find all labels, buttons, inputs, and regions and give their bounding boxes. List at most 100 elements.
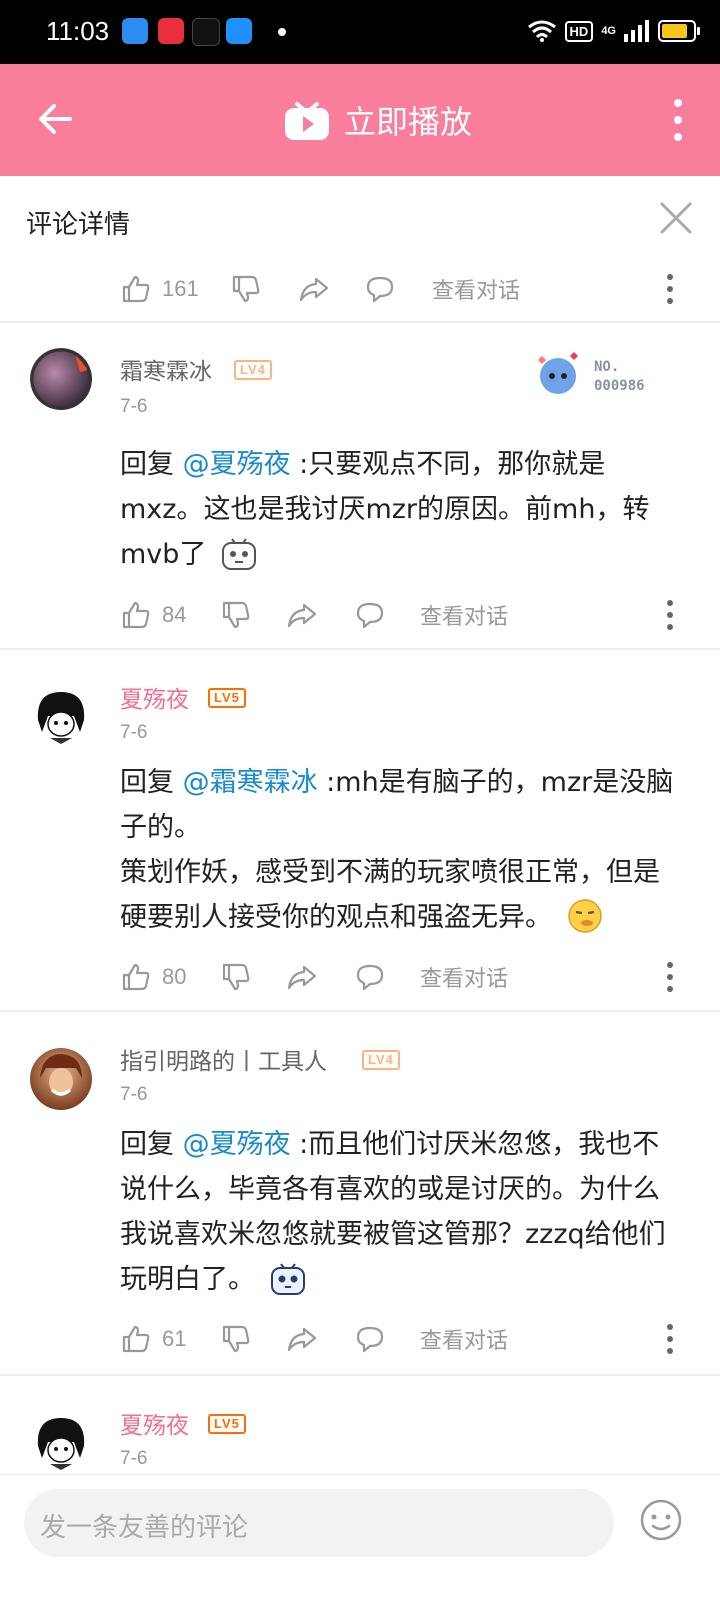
share-button[interactable] (286, 952, 318, 1002)
battery-icon (658, 20, 700, 42)
share-icon (299, 277, 329, 302)
reply-button[interactable] (364, 264, 396, 314)
comment-item: 霜寒霖冰 LV4 7-6 NO. 000986 回复 @夏殇夜 :只要观点不同，… (0, 324, 720, 648)
share-button[interactable] (298, 264, 330, 314)
view-conversation-link[interactable]: 查看对话 (432, 264, 520, 314)
share-icon (287, 1327, 317, 1352)
emoji-tv-face-icon (222, 538, 257, 570)
thumbs-down-icon (222, 963, 250, 991)
reply-prefix: 回复 (120, 449, 183, 480)
like-button[interactable]: 80 (120, 952, 186, 1002)
comment-username[interactable]: 指引明路的丨工具人 (120, 1042, 327, 1076)
divider (0, 321, 720, 323)
share-icon (287, 603, 317, 628)
status-time: 11:03 (46, 16, 110, 46)
mention-link[interactable]: @霜寒霖冰 (183, 767, 318, 798)
thumbs-up-icon (122, 275, 150, 303)
emoji-smug-face-icon (567, 899, 602, 933)
back-arrow-icon[interactable] (34, 94, 84, 144)
comment-date: 7-6 (120, 1448, 148, 1469)
avatar[interactable] (30, 1412, 92, 1474)
comment-more-icon[interactable] (660, 952, 680, 1002)
chat-bubble-icon (356, 602, 384, 629)
more-vertical-icon[interactable] (666, 94, 690, 146)
level-badge: LV5 (208, 688, 246, 708)
browser-icon (226, 18, 252, 44)
fan-number-prefix: NO. (594, 359, 620, 375)
signal-icon (624, 20, 649, 42)
comment-list[interactable]: 161 查看对话 霜寒霖冰 LV4 7-6 NO. 000986 回复 @夏殇夜… (0, 264, 720, 1500)
comment-more-icon[interactable] (660, 1314, 680, 1364)
thumbs-up-icon (122, 1325, 150, 1353)
reply-button[interactable] (354, 952, 386, 1002)
tv-icon (285, 102, 329, 140)
thumbs-down-icon (222, 601, 250, 629)
comment-date: 7-6 (120, 1084, 148, 1105)
chat-bubble-icon (366, 276, 394, 303)
network-label: 4G (601, 25, 616, 37)
view-conversation-label: 查看对话 (432, 279, 521, 304)
reply-prefix: 回复 (120, 767, 183, 798)
close-icon[interactable] (656, 198, 696, 238)
dislike-button[interactable] (230, 264, 262, 314)
mention-link[interactable]: @夏殇夜 (183, 449, 291, 480)
chat-bubble-icon (356, 1326, 384, 1353)
status-icons: HD 4G (527, 16, 700, 46)
avatar-portrait-icon (40, 1054, 82, 1096)
comment-more-icon[interactable] (660, 264, 680, 314)
action-row: 80 查看对话 (120, 952, 680, 1002)
comment-item: 指引明路的丨工具人 LV4 7-6 回复 @夏殇夜 :而且他们讨厌米忽悠，我也不… (0, 1012, 720, 1374)
top-bar: 立即播放 (0, 64, 720, 176)
dislike-button[interactable] (220, 590, 252, 640)
thumbs-up-icon (122, 963, 150, 991)
like-button[interactable]: 61 (120, 1314, 186, 1364)
view-conversation-link[interactable]: 查看对话 (420, 1314, 508, 1364)
mascot-badge-icon (538, 352, 578, 394)
avatar-character-icon (37, 692, 85, 744)
app-notification-icon (122, 18, 148, 44)
share-button[interactable] (286, 1314, 318, 1364)
like-count: 161 (162, 276, 199, 301)
comment-more-icon[interactable] (660, 590, 680, 640)
wifi-icon (527, 20, 556, 42)
fan-number-badge: NO. 000986 (530, 346, 680, 406)
avatar-frame-icon (30, 348, 92, 410)
comment-date: 7-6 (120, 396, 148, 417)
like-count: 61 (162, 1326, 187, 1351)
thumbs-up-icon (122, 601, 150, 629)
play-now-label: 立即播放 (344, 103, 473, 141)
reply-button[interactable] (354, 590, 386, 640)
share-icon (287, 965, 317, 990)
dislike-button[interactable] (220, 1314, 252, 1364)
view-conversation-label: 查看对话 (420, 1329, 509, 1354)
comment-input[interactable]: 发一条友善的评论 (24, 1489, 614, 1557)
action-row: 61 查看对话 (120, 1314, 680, 1364)
emoji-picker-icon[interactable] (640, 1499, 682, 1541)
dislike-button[interactable] (220, 952, 252, 1002)
avatar[interactable] (30, 1048, 92, 1110)
action-row: 161 查看对话 (120, 264, 680, 314)
level-badge: LV4 (234, 360, 272, 380)
reply-button[interactable] (354, 1314, 386, 1364)
like-count: 80 (162, 964, 187, 989)
like-button[interactable]: 161 (120, 264, 199, 314)
play-now-button[interactable]: 立即播放 (284, 94, 472, 146)
view-conversation-link[interactable]: 查看对话 (420, 952, 508, 1002)
like-button[interactable]: 84 (120, 590, 186, 640)
notification-dot-icon (278, 28, 286, 36)
comment-username[interactable]: 霜寒霖冰 (120, 352, 212, 386)
video-app-icon (158, 18, 184, 44)
avatar[interactable] (30, 686, 92, 748)
mention-link[interactable]: @夏殇夜 (183, 1129, 291, 1160)
comment-username[interactable]: 夏殇夜 (120, 1406, 189, 1440)
comment-text: 回复 @霜寒霖冰 :mh是有脑子的，mzr是没脑子的。 策划作妖，感受到不满的玩… (120, 760, 685, 940)
comment-username[interactable]: 夏殇夜 (120, 680, 189, 714)
comment-date: 7-6 (120, 722, 148, 743)
comment-detail-header: 评论详情 (0, 176, 720, 264)
comment-text: 回复 @夏殇夜 :而且他们讨厌米忽悠，我也不说什么，毕竟各有喜欢的或是讨厌的。为… (120, 1122, 685, 1302)
share-button[interactable] (286, 590, 318, 640)
view-conversation-label: 查看对话 (420, 605, 509, 630)
view-conversation-link[interactable]: 查看对话 (420, 590, 508, 640)
avatar[interactable] (30, 348, 92, 410)
view-conversation-label: 查看对话 (420, 967, 509, 992)
